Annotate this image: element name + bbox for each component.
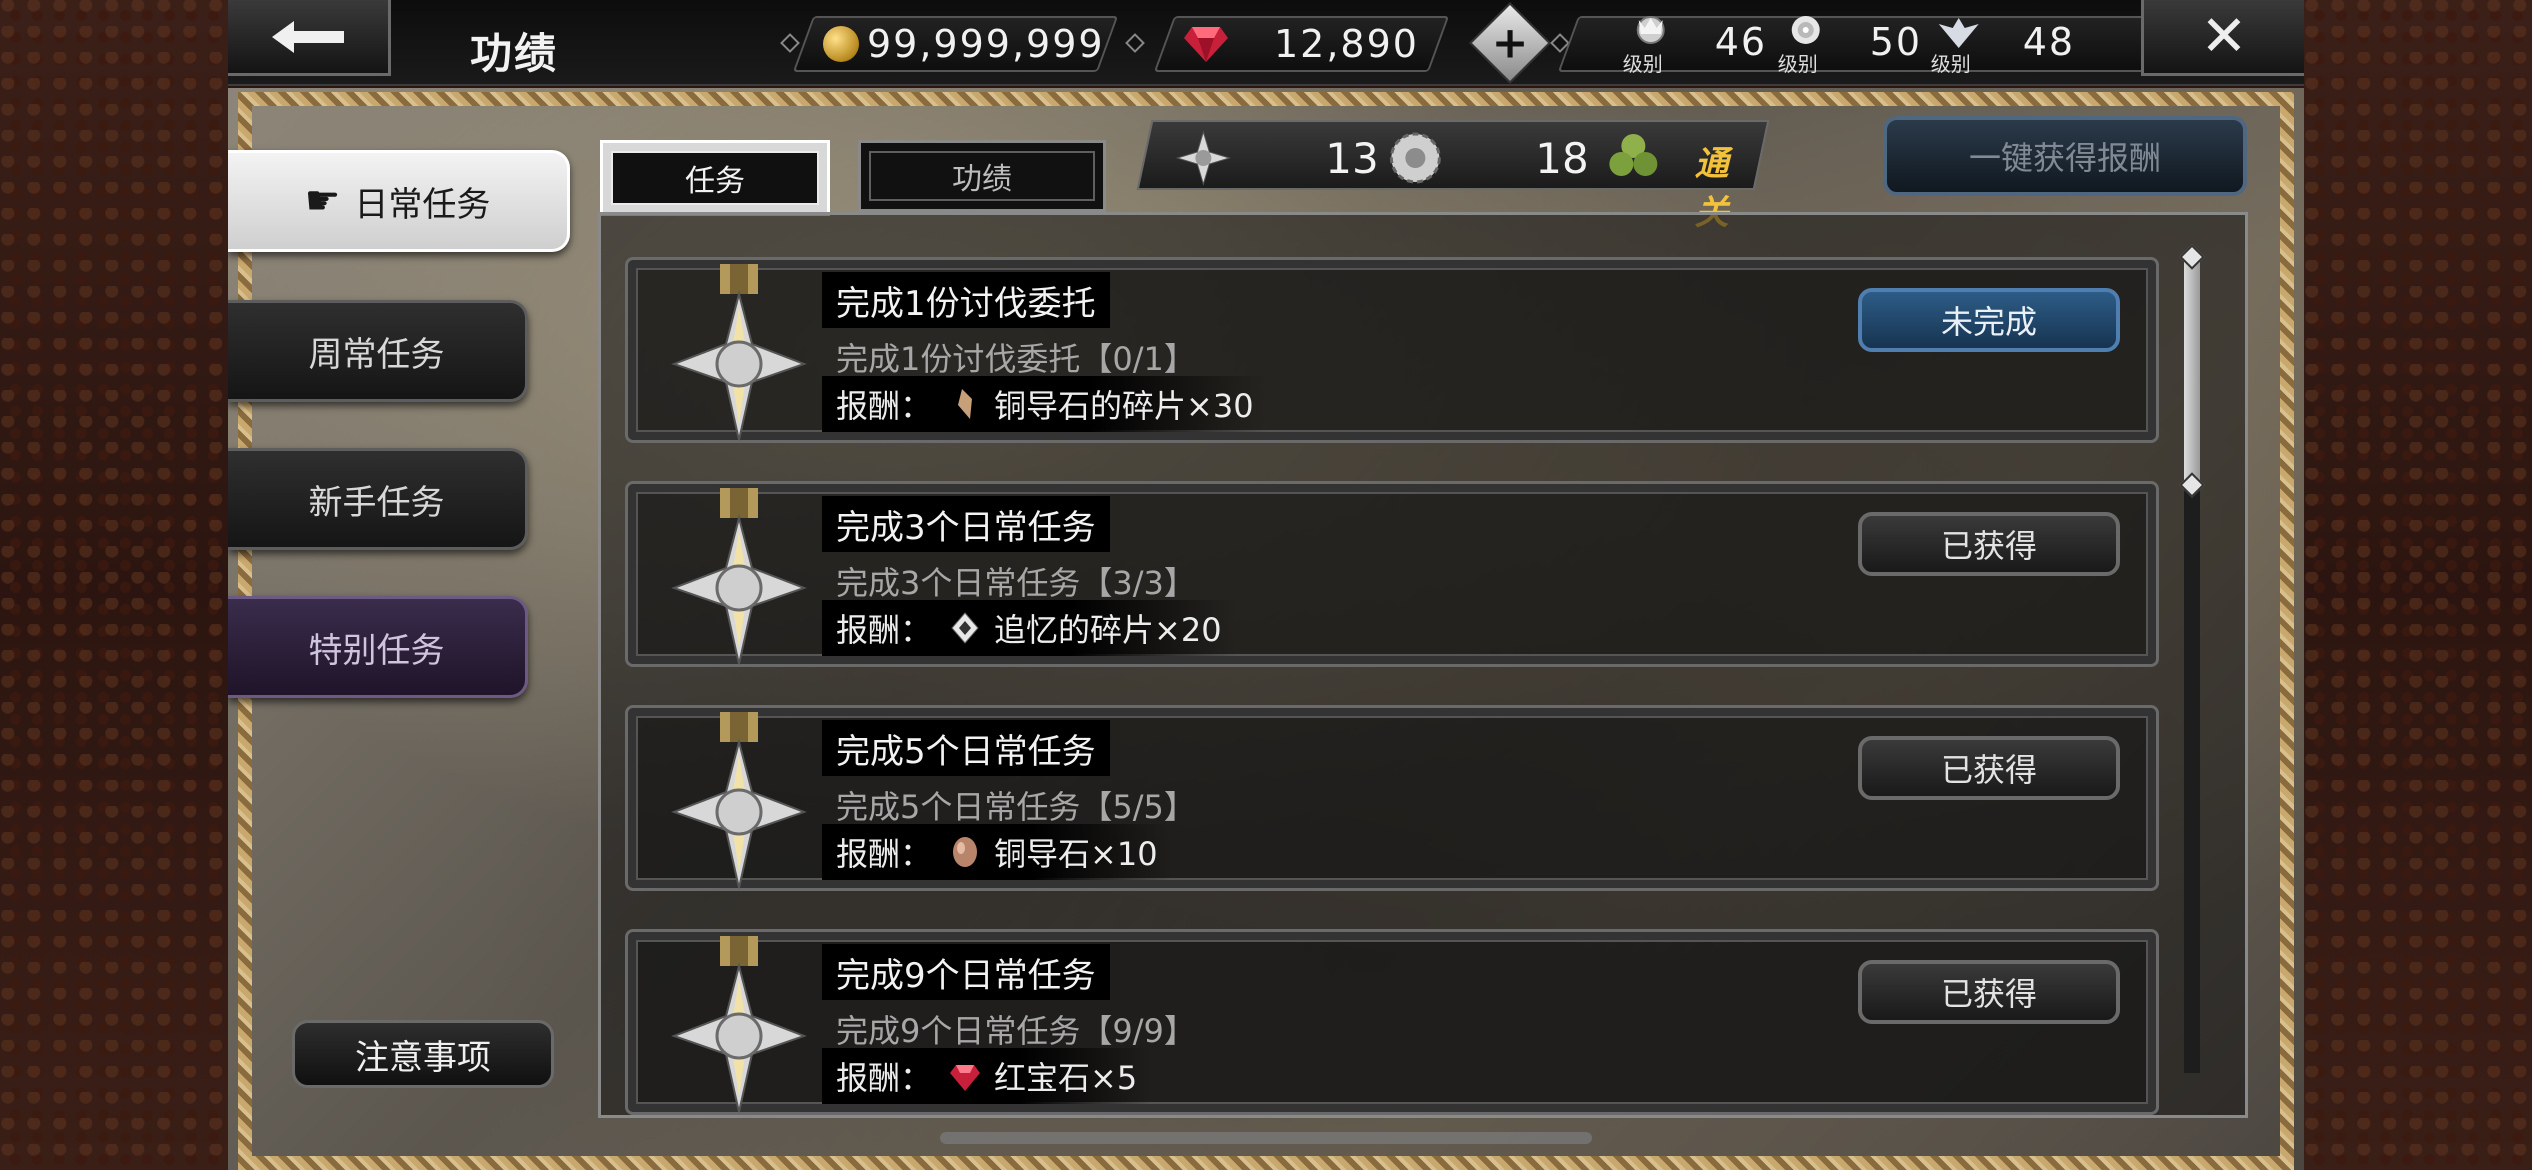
copper-stone-icon [953,837,978,867]
task-status-button[interactable]: 已获得 [1858,736,2120,800]
reward-label: 报酬： [836,835,933,873]
task-title: 完成3个日常任务 [822,496,1110,552]
task-row: 完成9个日常任务 完成9个日常任务【9/9】 报酬： 红宝石×5 已获得 [625,929,2159,1115]
reward-item: 铜导石×10 [994,835,1158,873]
task-status-button[interactable]: 未完成 [1858,288,2120,352]
medal-icon [671,712,807,889]
back-button[interactable] [228,0,391,76]
top-bar: 功绩 99,999,999 12,890 + 级别 46 级别 50 级别 48… [228,0,2304,86]
task-status-button[interactable]: 已获得 [1858,960,2120,1024]
task-list: 完成1份讨伐委托 完成1份讨伐委托【0/1】 报酬： 铜导石的碎片×30 未完成… [598,212,2248,1118]
reward-label: 报酬： [836,387,933,425]
wing-rank-icon: 级别 [1929,12,1989,76]
nav-label: 新手任务 [308,482,445,523]
task-row: 完成5个日常任务 完成5个日常任务【5/5】 报酬： 铜导石×10 已获得 [625,705,2159,891]
task-title: 完成9个日常任务 [822,944,1110,1000]
nav-special-tasks[interactable]: 特别任务 [228,596,528,698]
home-indicator [940,1132,1592,1144]
nav-label: 周常任务 [308,334,445,375]
tab-label: 功绩 [869,151,1095,201]
medal-icon [671,936,807,1113]
gold-coin-icon [823,26,859,62]
task-reward: 报酬： 铜导石的碎片×30 [822,376,1268,432]
task-progress: 完成3个日常任务【3/3】 [836,564,1196,602]
list-scrollbar[interactable] [2184,255,2200,1073]
pointing-hand-icon: ☛ [304,178,341,224]
reward-label: 报酬： [836,1059,933,1097]
ruby-icon [950,1065,981,1091]
reward-item: 红宝石×5 [994,1059,1138,1097]
task-row: 完成1份讨伐委托 完成1份讨伐委托【0/1】 报酬： 铜导石的碎片×30 未完成 [625,257,2159,443]
gold-counter: 99,999,999 [792,16,1119,72]
gear-medal-icon [1389,132,1441,184]
nav-label: 特别任务 [308,630,445,671]
close-button[interactable]: ✕ [2141,0,2304,76]
notes-button[interactable]: 注意事项 [292,1020,554,1088]
task-title: 完成5个日常任务 [822,720,1110,776]
add-gems-button[interactable]: + [1468,1,1552,85]
rank-item-3: 级别 48 [1929,12,2075,76]
tab-label: 任务 [611,151,819,205]
plus-icon: + [1491,17,1529,69]
task-reward: 报酬： 红宝石×5 [822,1048,1152,1104]
scroll-thumb[interactable] [2184,255,2200,485]
star-medal-icon [1175,130,1232,186]
gear-count: 18 [1535,134,1589,183]
nav-weekly-tasks[interactable]: 周常任务 [228,300,528,402]
page-title: 功绩 [470,29,559,78]
nav-label: 日常任务 [354,184,491,225]
task-title: 完成1份讨伐委托 [822,272,1110,328]
tab-tasks[interactable]: 任务 [600,140,830,216]
reward-item: 铜导石的碎片×30 [994,387,1254,425]
game-screen: 功绩 99,999,999 12,890 + 级别 46 级别 50 级别 48… [228,0,2304,1170]
back-arrow-icon [272,20,344,53]
separator-icon [1125,33,1145,53]
medal-icon [671,488,807,665]
clover-icon [1609,134,1658,176]
right-decor-panel [2304,0,2532,1170]
tab-achievements[interactable]: 功绩 [858,140,1106,212]
crown-rank-icon: 级别 [1621,12,1681,76]
reward-label: 报酬： [836,611,933,649]
separator-icon [780,33,800,53]
task-reward: 报酬： 追忆的碎片×20 [822,600,1236,656]
flower-rank-icon: 级别 [1776,12,1836,76]
task-row: 完成3个日常任务 完成3个日常任务【3/3】 报酬： 追忆的碎片×20 已获得 [625,481,2159,667]
medal-icon [671,264,807,441]
reward-item: 追忆的碎片×20 [994,611,1222,649]
task-progress: 完成5个日常任务【5/5】 [836,788,1196,826]
shard-icon [958,389,973,419]
clear-summary: 13 18 通关 [1136,120,1770,233]
left-decor-panel [0,0,228,1170]
gem-counter: 12,890 [1153,16,1450,72]
gem-amount: 12,890 [1274,22,1419,66]
rank-item-1: 级别 46 [1621,12,1767,76]
task-reward: 报酬： 铜导石×10 [822,824,1172,880]
claim-all-rewards-button[interactable]: 一键获得报酬 [1883,116,2247,196]
task-status-button[interactable]: 已获得 [1858,512,2120,576]
nav-daily-tasks[interactable]: ☛ 日常任务 [228,150,570,252]
task-progress: 完成1份讨伐委托【0/1】 [836,340,1196,378]
nav-beginner-tasks[interactable]: 新手任务 [228,448,528,550]
gold-amount: 99,999,999 [867,22,1105,66]
medal-count: 13 [1325,134,1379,183]
task-progress: 完成9个日常任务【9/9】 [836,1012,1196,1050]
rank-item-2: 级别 50 [1776,12,1922,76]
memory-shard-icon [951,612,979,644]
close-icon: ✕ [2200,4,2248,69]
red-gem-icon [1184,27,1228,62]
